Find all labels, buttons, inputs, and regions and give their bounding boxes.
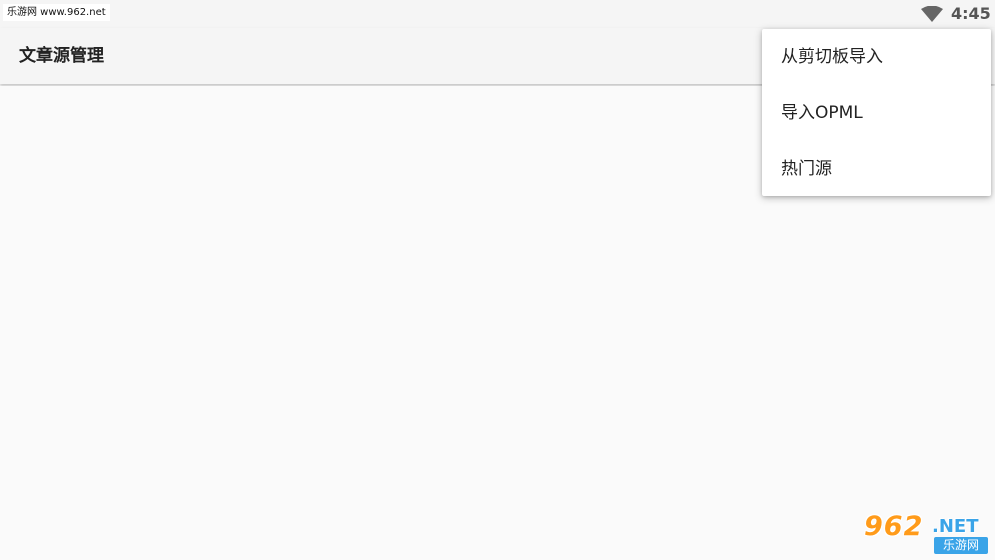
logo-suffix-text: .NET xyxy=(932,516,979,537)
status-time: 4:45 xyxy=(951,4,991,23)
menu-item-import-opml[interactable]: 导入OPML xyxy=(762,85,991,141)
menu-item-import-clipboard[interactable]: 从剪切板导入 xyxy=(762,29,991,85)
wifi-icon xyxy=(921,6,943,22)
logo-main-text: 962 xyxy=(864,511,924,542)
watermark-logo: 962 .NET 乐游网 xyxy=(856,512,990,556)
page-title: 文章源管理 xyxy=(19,46,104,66)
status-bar: 乐游网 www.962.net 4:45 xyxy=(0,0,995,28)
screen: 乐游网 www.962.net 4:45 文章源管理 从剪切板导入 导入OPML… xyxy=(0,0,995,560)
logo-sub-text: 乐游网 xyxy=(934,537,988,554)
overflow-menu: 从剪切板导入 导入OPML 热门源 xyxy=(762,29,991,196)
watermark-text: 乐游网 www.962.net xyxy=(3,4,110,21)
menu-item-popular-sources[interactable]: 热门源 xyxy=(762,141,991,197)
